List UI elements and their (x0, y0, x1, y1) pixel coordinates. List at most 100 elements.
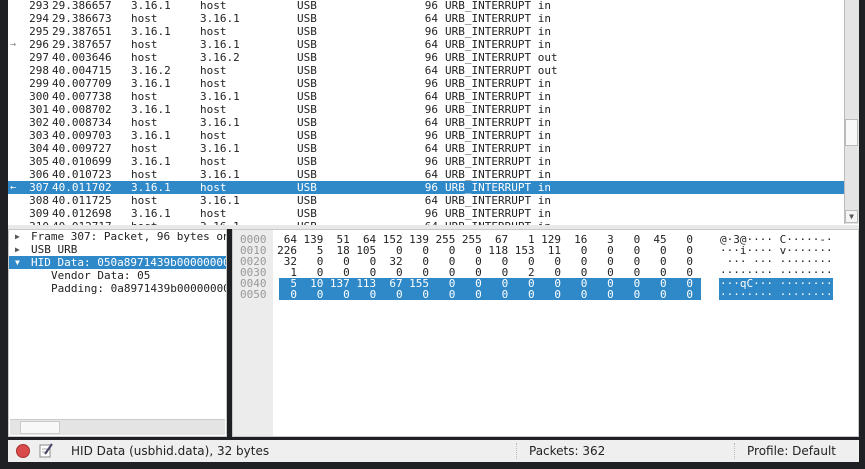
ascii-text[interactable]: ········ ········ (720, 289, 833, 300)
packet-row[interactable]: 304 40.009727 host 3.16.1 USB 64 URB_INTERRUPT… (8, 142, 844, 155)
packet-info: URB_INTERRUPT in (445, 194, 551, 207)
packet-length: 96 (424, 0, 438, 12)
packet-source: 3.16.1 (131, 207, 171, 220)
hex-byte[interactable]: 0 (486, 289, 509, 300)
packet-length: 96 (424, 129, 438, 142)
hex-byte[interactable]: 0 (301, 289, 324, 300)
packet-row[interactable]: → 296 29.387657 host 3.16.1 USB 64 URB_INTERRUP… (8, 38, 844, 51)
hex-byte[interactable]: 0 (592, 289, 614, 300)
packet-info: URB_INTERRUPT in (445, 207, 551, 220)
hex-byte[interactable]: 0 (275, 289, 297, 300)
hex-byte[interactable]: 0 (381, 289, 403, 300)
packet-time: 40.010723 (52, 168, 112, 181)
hex-byte[interactable]: 0 (618, 289, 641, 300)
packet-length: 64 (424, 90, 438, 103)
status-packets: Packets: 362 (529, 444, 606, 458)
hex-byte[interactable]: 0 (645, 289, 667, 300)
hex-row: 0050 0 0 0 0 0 0 0 0 0 0 0 0 0 0 0 0 ········ ········ (233, 289, 853, 300)
packet-source: 3.16.1 (131, 25, 171, 38)
scroll-down-arrow-icon[interactable]: ▼ (845, 210, 858, 223)
packet-bytes-pane[interactable]: 0000 64 139 51 64 152 139 255 255 67 1 129 16 3 0 45 0 @·… (232, 229, 859, 437)
packet-row[interactable]: 295 29.387651 3.16.1 host USB 96 URB_INTERRUPT… (8, 25, 844, 38)
packet-length: 96 (424, 103, 438, 116)
packet-protocol: USB (297, 51, 317, 64)
hex-byte[interactable]: 0 (513, 289, 535, 300)
packet-number: 298 (29, 64, 49, 77)
packet-number: 304 (29, 142, 49, 155)
packet-time: 40.008702 (52, 103, 112, 116)
packet-destination: 3.16.2 (200, 51, 240, 64)
packet-time: 40.003646 (52, 51, 112, 64)
status-divider (734, 443, 735, 459)
packet-row[interactable]: 305 40.010699 3.16.1 host USB 96 URB_INTERRUPT… (8, 155, 844, 168)
packet-protocol: USB (297, 103, 317, 116)
scrollbar-thumb[interactable] (845, 119, 858, 146)
packet-destination: 3.16.1 (200, 12, 240, 25)
packet-time: 40.007738 (52, 90, 112, 103)
packet-destination: 3.16.1 (200, 168, 240, 181)
packet-details-tree[interactable]: ▶ Frame 307: Packet, 96 bytes on ▶ USB URB ▼… (8, 229, 227, 437)
packet-length: 96 (424, 207, 438, 220)
hex-byte[interactable]: 0 (565, 289, 588, 300)
packet-info: URB_INTERRUPT in (445, 168, 551, 181)
packet-row[interactable]: 300 40.007738 host 3.16.1 USB 64 URB_INTERRUPT… (8, 90, 844, 103)
packet-row[interactable]: 294 29.386673 host 3.16.1 USB 64 URB_INTERRUPT… (8, 12, 844, 25)
scrollbar-thumb[interactable] (20, 421, 60, 434)
hex-byte[interactable]: 0 (354, 289, 377, 300)
packet-row[interactable]: 303 40.009703 3.16.1 host USB 96 URB_INTERRUPT… (8, 129, 844, 142)
packet-source: host (131, 12, 158, 25)
hex-byte[interactable]: 0 (328, 289, 350, 300)
packet-number: 306 (29, 168, 49, 181)
packet-row[interactable]: 306 40.010723 host 3.16.1 USB 64 URB_INTERRUPT… (8, 168, 844, 181)
packet-info: URB_INTERRUPT in (445, 142, 551, 155)
packet-source: 3.16.1 (131, 129, 171, 142)
expand-right-icon[interactable]: ▶ (15, 243, 20, 256)
hex-byte[interactable]: 0 (671, 289, 693, 300)
packet-row[interactable]: 302 40.008734 host 3.16.1 USB 64 URB_INTERRUPT… (8, 116, 844, 129)
details-horizontal-scrollbar[interactable] (10, 419, 225, 435)
packet-time: 29.387657 (52, 38, 112, 51)
status-profile[interactable]: Profile: Default (747, 444, 836, 458)
packet-destination: host (200, 129, 227, 142)
hex-byte[interactable]: 0 (539, 289, 561, 300)
packet-row[interactable]: 299 40.007709 3.16.1 host USB 96 URB_INTERRUPT… (8, 77, 844, 90)
packet-row[interactable]: 301 40.008702 3.16.1 host USB 96 URB_INTERRUPT… (8, 103, 844, 116)
packet-row[interactable]: 293 29.386657 3.16.1 host USB 96 URB_INTERRUPT… (8, 0, 844, 12)
packet-protocol: USB (297, 116, 317, 129)
packet-source: 3.16.1 (131, 77, 171, 90)
packet-number: 297 (29, 51, 49, 64)
packet-list[interactable]: 293 29.386657 3.16.1 host USB 96 URB_INTERRUPT… (8, 0, 859, 225)
packet-source: host (131, 142, 158, 155)
packet-length: 96 (424, 155, 438, 168)
tree-item[interactable]: Vendor Data: 05 (9, 269, 226, 282)
packet-row[interactable]: 298 40.004715 3.16.2 host USB 64 URB_INTERRUPT… (8, 64, 844, 77)
packet-protocol: USB (297, 12, 317, 25)
tree-item[interactable]: ▼ HID Data: 050a8971439b00000000 (9, 256, 226, 269)
tree-item[interactable]: ▶ USB URB (9, 243, 226, 256)
expand-down-icon[interactable]: ▼ (15, 256, 20, 269)
hex-byte[interactable]: 0 (460, 289, 482, 300)
packet-row[interactable]: ← 307 40.011702 3.16.1 host USB 96 URB_INTERRUP… (8, 181, 844, 194)
edit-comment-icon[interactable] (39, 443, 53, 458)
hex-byte[interactable]: 0 (433, 289, 456, 300)
packet-length: 96 (424, 25, 438, 38)
packet-destination: 3.16.1 (200, 116, 240, 129)
packet-length: 64 (424, 142, 438, 155)
packet-list-vertical-scrollbar[interactable]: ▼ (844, 0, 859, 224)
packet-protocol: USB (297, 64, 317, 77)
packet-source: host (131, 168, 158, 181)
tree-item[interactable]: ▶ Frame 307: Packet, 96 bytes on (9, 230, 227, 243)
packet-destination: host (200, 0, 227, 12)
red-record-icon[interactable] (16, 444, 30, 458)
packet-source: host (131, 38, 158, 51)
tree-item-label: Frame 307: Packet, 96 bytes on (31, 230, 227, 243)
packet-row[interactable]: 297 40.003646 host 3.16.2 USB 96 URB_INTERRUPT… (8, 51, 844, 64)
hex-byte[interactable]: 0 (407, 289, 429, 300)
packet-row[interactable]: 308 40.011725 host 3.16.1 USB 64 URB_INTERRUPT… (8, 194, 844, 207)
status-bar: HID Data (usbhid.data), 32 bytes Packets… (8, 440, 859, 462)
packet-time: 29.387651 (52, 25, 112, 38)
tree-item[interactable]: Padding: 0a8971439b00000000 (9, 282, 226, 295)
packet-destination: host (200, 207, 227, 220)
packet-row[interactable]: 309 40.012698 3.16.1 host USB 96 URB_INTERRUPT… (8, 207, 844, 220)
expand-right-icon[interactable]: ▶ (15, 230, 20, 243)
